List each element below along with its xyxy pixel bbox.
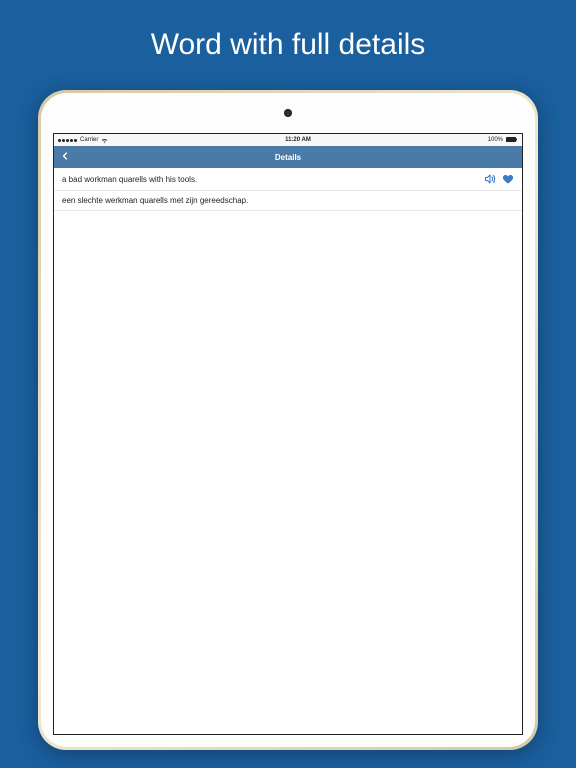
nav-bar: Details <box>54 146 522 168</box>
translation-row: een slechte werkman quarells met zijn ge… <box>54 191 522 211</box>
source-text: a bad workman quarells with his tools. <box>62 175 197 184</box>
details-content: a bad workman quarells with his tools. <box>54 168 522 734</box>
row-actions <box>484 173 514 185</box>
promo-headline: Word with full details <box>151 28 426 62</box>
back-button[interactable] <box>60 150 74 164</box>
nav-title: Details <box>54 153 522 162</box>
heart-icon[interactable] <box>502 173 514 185</box>
device-screen: Carrier 11:20 AM 100% <box>53 133 523 735</box>
status-right: 100% <box>488 137 518 144</box>
wifi-icon <box>101 138 108 143</box>
promo-background: Word with full details Carrier <box>0 0 576 768</box>
tablet-body: Carrier 11:20 AM 100% <box>41 93 535 747</box>
status-bar: Carrier 11:20 AM 100% <box>54 134 522 146</box>
tablet-bezel-top <box>41 93 535 133</box>
status-left: Carrier <box>58 137 108 143</box>
signal-icon <box>58 139 77 142</box>
carrier-label: Carrier <box>80 137 98 143</box>
status-time: 11:20 AM <box>285 137 311 143</box>
translation-text: een slechte werkman quarells met zijn ge… <box>62 196 248 205</box>
speaker-icon[interactable] <box>484 173 496 185</box>
tablet-frame: Carrier 11:20 AM 100% <box>38 90 538 750</box>
front-camera <box>284 109 292 117</box>
source-row: a bad workman quarells with his tools. <box>54 168 522 191</box>
battery-icon <box>506 137 518 144</box>
battery-percent: 100% <box>488 137 503 143</box>
